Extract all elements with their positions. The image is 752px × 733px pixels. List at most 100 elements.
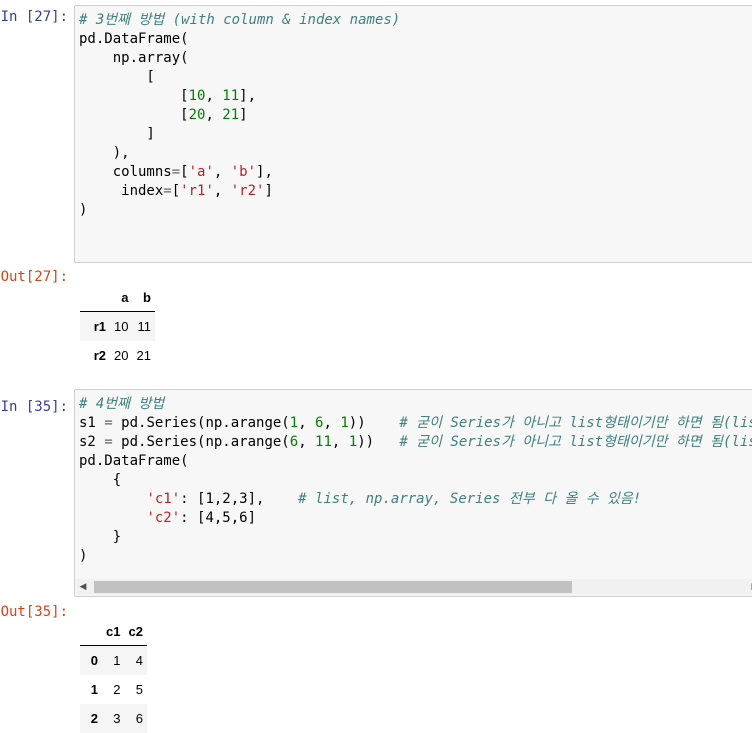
code-line: [	[79, 69, 155, 85]
code-operator: =	[163, 183, 172, 199]
code-line: )	[79, 202, 88, 218]
table-cell: 5	[135, 682, 143, 697]
code-comment: # 굳이 Series가 아니고 list형태이기만 하면 됨(list, np…	[399, 434, 752, 450]
code-number: 11	[222, 88, 240, 104]
code-token: [	[79, 107, 189, 123]
code-string: 'a'	[188, 164, 214, 180]
row-index: 2	[90, 711, 98, 726]
table-row: r1 10 11	[80, 311, 155, 341]
scroll-right-arrow-icon[interactable]: ▶	[748, 579, 752, 595]
row-index: 1	[90, 682, 98, 697]
table-row: 2 3 6	[80, 704, 147, 733]
code-number: 20	[188, 107, 206, 123]
scrollbar-thumb[interactable]	[94, 581, 572, 593]
code-operator: =	[104, 434, 113, 450]
code-token: [	[171, 183, 181, 199]
input-prompt: In [35]:	[0, 399, 68, 415]
row-index: 0	[90, 653, 98, 668]
table-header-row: a b	[80, 283, 155, 312]
code-number: 11	[315, 434, 332, 450]
code-token: ]	[264, 183, 273, 199]
code-token: [4,5,6]	[197, 510, 257, 526]
code-token: ,	[323, 415, 341, 431]
code-token: ,	[205, 107, 223, 123]
code-token: ,	[298, 434, 316, 450]
code-token: pd.Series(np.arange(	[112, 415, 290, 431]
code-number: 1	[340, 415, 349, 431]
code-token: [1,2,3],	[197, 491, 265, 507]
table-cell: 21	[136, 348, 151, 363]
row-index: r2	[93, 348, 106, 363]
code-token: :	[180, 510, 198, 526]
code-editor[interactable]: # 4번째 방법 s1 = pd.Series(np.arange(1, 6, …	[75, 390, 752, 566]
code-token: :	[180, 491, 198, 507]
code-token: ],	[239, 88, 257, 104]
code-string: 'b'	[230, 164, 257, 180]
table-cell: 3	[113, 711, 121, 726]
table-cell: 2	[113, 682, 121, 697]
code-token: s1	[79, 415, 105, 431]
table-cell: 1	[113, 653, 121, 668]
column-header: b	[132, 283, 155, 312]
code-token: columns	[79, 164, 172, 180]
code-line: np.array(	[79, 50, 189, 66]
table-cell: 11	[137, 319, 151, 334]
code-number: 1	[289, 415, 299, 431]
table-cell: 4	[135, 653, 143, 668]
code-token: ,	[298, 415, 316, 431]
table-header-row: c1 c2	[80, 617, 147, 646]
table-row: r2 20 21	[80, 341, 155, 370]
code-token: pd.Series(np.arange(	[112, 434, 290, 450]
code-token: ]	[239, 107, 248, 123]
code-line: {	[79, 472, 122, 488]
code-token: ,	[205, 88, 223, 104]
horizontal-scrollbar[interactable]: ◀ ▶	[76, 579, 752, 595]
code-editor[interactable]: # 3번째 방법 (with column & index names) pd.…	[75, 6, 752, 220]
code-operator: =	[104, 415, 113, 431]
code-operator: =	[171, 164, 181, 180]
code-token: ,	[331, 434, 349, 450]
code-number: 21	[222, 107, 240, 123]
column-header: c2	[124, 617, 147, 646]
column-header: c1	[102, 617, 125, 646]
code-comment: # list, np.array, Series 전부 다 올 수 있음!	[298, 491, 642, 507]
code-token: ,	[213, 164, 231, 180]
dataframe-output: c1 c2 0 1 4 1 2 5 2 3 6	[80, 617, 147, 733]
code-line: )	[79, 548, 88, 564]
column-header: a	[110, 283, 133, 312]
scroll-left-arrow-icon[interactable]: ◀	[76, 579, 90, 595]
code-token: [	[180, 164, 189, 180]
code-token: ))	[348, 415, 366, 431]
output-prompt: Out[27]:	[0, 269, 68, 285]
code-number: 10	[188, 88, 206, 104]
table-row: 1 2 5	[80, 675, 147, 704]
code-comment: # 3번째 방법 (with column & index names)	[79, 12, 401, 28]
code-comment: # 4번째 방법	[79, 396, 165, 412]
code-token: index	[79, 183, 164, 199]
input-prompt: In [27]:	[0, 9, 68, 25]
code-cell-input[interactable]: # 3번째 방법 (with column & index names) pd.…	[74, 5, 752, 263]
code-line: ]	[79, 126, 155, 142]
index-header	[80, 617, 102, 646]
index-header	[80, 283, 110, 312]
code-string: 'r1'	[180, 183, 214, 199]
code-cell-input[interactable]: # 4번째 방법 s1 = pd.Series(np.arange(1, 6, …	[74, 389, 752, 597]
output-prompt: Out[35]:	[0, 604, 68, 620]
code-line: pd.DataFrame(	[79, 31, 189, 47]
table-cell: 6	[135, 711, 143, 726]
code-token: s2	[79, 434, 105, 450]
code-string: 'c1'	[146, 491, 181, 507]
code-line: pd.DataFrame(	[79, 453, 189, 469]
code-comment: # 굳이 Series가 아니고 list형태이기만 하면 됨(list, np…	[399, 415, 752, 431]
code-string: 'r2'	[230, 183, 265, 199]
code-token: [	[79, 88, 189, 104]
code-line: ),	[79, 145, 130, 161]
code-token: ,	[213, 183, 231, 199]
code-number: 1	[348, 434, 358, 450]
table-cell: 20	[114, 348, 129, 363]
